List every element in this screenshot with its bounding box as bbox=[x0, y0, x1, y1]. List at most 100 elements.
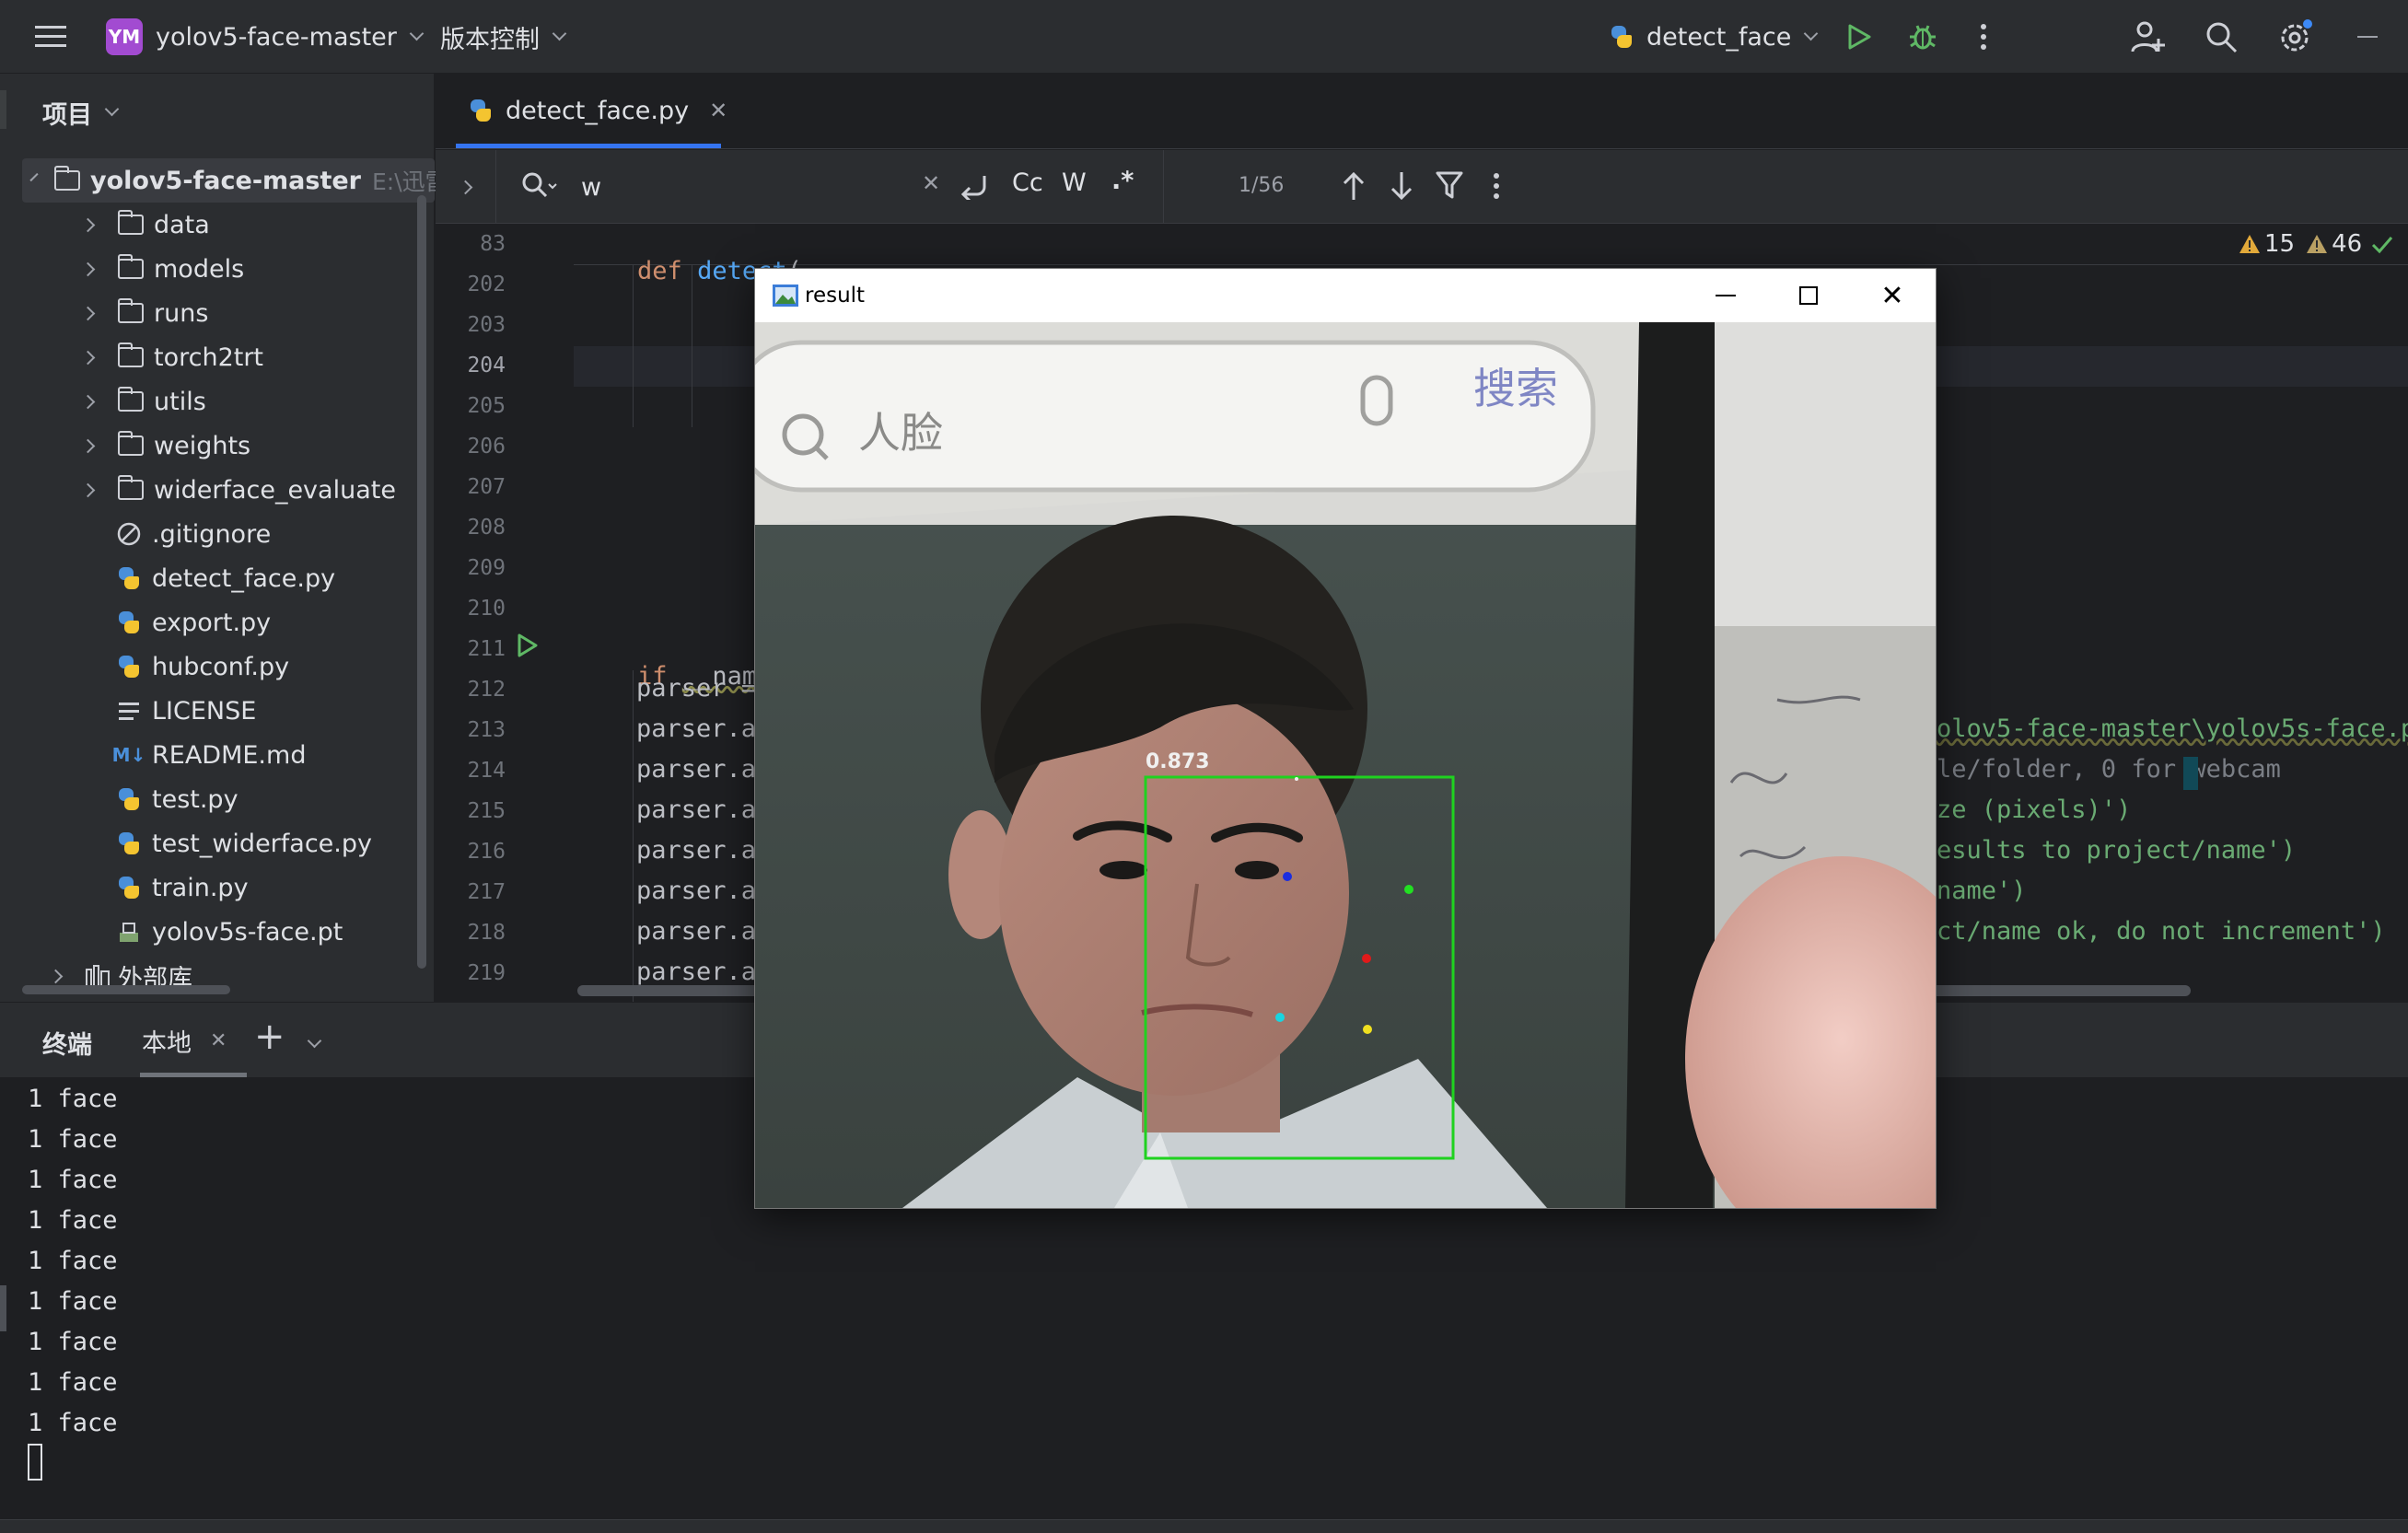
editor-tab-bar: detect_face.py ✕ bbox=[436, 74, 2408, 149]
tree-item[interactable]: runs bbox=[80, 291, 208, 335]
more-actions-button[interactable] bbox=[1980, 0, 1987, 74]
search-input[interactable]: w bbox=[581, 167, 885, 207]
whole-words-toggle[interactable]: W bbox=[1062, 168, 1087, 197]
run-button[interactable] bbox=[1846, 0, 1872, 74]
expand-replace-button[interactable] bbox=[436, 150, 496, 224]
minimize-button[interactable] bbox=[1694, 269, 1757, 322]
python-file-icon bbox=[115, 788, 143, 810]
warning-icon bbox=[2239, 235, 2260, 253]
vcs-menu[interactable]: 版本控制 bbox=[440, 0, 567, 74]
tree-item[interactable]: weights bbox=[80, 424, 250, 468]
terminal-line: 1 face bbox=[28, 1247, 118, 1275]
result-window-title: result bbox=[805, 284, 866, 308]
tree-item[interactable]: .gitignore bbox=[115, 512, 271, 556]
tree-item[interactable]: torch2trt bbox=[80, 335, 264, 379]
close-window-button[interactable]: ✕ bbox=[1860, 269, 1925, 322]
project-switcher[interactable]: YM yolov5-face-master bbox=[106, 0, 425, 74]
tree-item[interactable]: utils bbox=[80, 379, 206, 424]
project-view-selector[interactable]: 项目 bbox=[42, 94, 120, 131]
tree-item[interactable]: models bbox=[80, 247, 245, 291]
multiline-icon[interactable] bbox=[959, 172, 990, 200]
folder-icon bbox=[117, 298, 145, 324]
tree-item[interactable]: detect_face.py bbox=[115, 556, 335, 600]
tree-item-label: test_widerface.py bbox=[152, 829, 372, 858]
close-tab-icon[interactable]: ✕ bbox=[709, 98, 727, 123]
settings-button[interactable] bbox=[2277, 0, 2314, 74]
chevron-right-icon bbox=[48, 969, 64, 983]
tree-item[interactable]: hubconf.py bbox=[115, 645, 289, 689]
tree-horizontal-scrollbar[interactable] bbox=[22, 985, 230, 994]
add-user-icon bbox=[2131, 21, 2165, 52]
tree-vertical-scrollbar[interactable] bbox=[417, 195, 426, 969]
bug-icon bbox=[1910, 25, 1936, 50]
code-line-212: parser = bbox=[636, 674, 757, 703]
terminal-line: 1 face bbox=[28, 1287, 118, 1316]
tree-item[interactable]: widerface_evaluate bbox=[80, 468, 396, 512]
warning-count: 15 bbox=[2264, 230, 2296, 258]
filter-icon[interactable] bbox=[1436, 170, 1463, 200]
minimize-icon bbox=[2357, 36, 2378, 38]
folder-icon bbox=[117, 210, 145, 236]
phone-search-text: 人脸 bbox=[858, 408, 943, 458]
code-fragment-217: name') bbox=[1937, 877, 2027, 905]
add-user-button[interactable] bbox=[2131, 0, 2166, 74]
debug-button[interactable] bbox=[1908, 0, 1937, 74]
line-number: 213 bbox=[467, 718, 506, 742]
terminal-tab-local[interactable]: 本地 ✕ bbox=[129, 1003, 239, 1078]
main-menu-button[interactable] bbox=[35, 0, 66, 74]
search-history-button[interactable] bbox=[520, 170, 557, 205]
tree-item[interactable]: LICENSE bbox=[115, 689, 256, 733]
run-config-selector[interactable]: detect_face bbox=[1610, 0, 1819, 74]
code-fragment-213: olov5-face-master\yolov5s-face.pt bbox=[1937, 714, 2408, 743]
indent-guide bbox=[633, 265, 634, 427]
python-icon bbox=[469, 99, 493, 122]
code-fragment-214: le/folder, 0 for webcam bbox=[1937, 755, 2281, 784]
tree-item[interactable]: yolov5s-face.pt bbox=[115, 910, 343, 954]
close-tab-icon[interactable]: ✕ bbox=[210, 1029, 227, 1052]
tree-item[interactable]: test_widerface.py bbox=[115, 821, 372, 865]
project-panel: 项目 yolov5-face-master E:\迅雷 data models ru… bbox=[0, 74, 448, 1002]
tree-item-label: torch2trt bbox=[154, 343, 264, 372]
tree-root[interactable]: yolov5-face-master E:\迅雷 bbox=[22, 158, 448, 203]
code-fragment-218: ct/name ok, do not increment') bbox=[1937, 917, 2386, 946]
match-case-toggle[interactable]: Cc bbox=[1012, 168, 1043, 197]
folder-icon bbox=[117, 475, 145, 501]
regex-toggle[interactable]: .* bbox=[1111, 167, 1134, 195]
hamburger-icon bbox=[35, 26, 66, 47]
previous-occurrence-icon[interactable] bbox=[1342, 170, 1366, 202]
tree-item-label: train.py bbox=[152, 873, 249, 902]
tree-item-label: README.md bbox=[152, 740, 307, 770]
line-number: 204 bbox=[467, 354, 506, 377]
tab-detect-face-py[interactable]: detect_face.py ✕ bbox=[456, 74, 740, 147]
maximize-button[interactable] bbox=[1777, 269, 1840, 322]
result-window-titlebar[interactable]: result ✕ bbox=[755, 269, 1936, 322]
landmark-mouth-right bbox=[1363, 1025, 1372, 1034]
clear-search-icon[interactable]: ✕ bbox=[922, 170, 940, 196]
tree-item-label: models bbox=[154, 254, 245, 284]
new-terminal-icon[interactable]: + bbox=[254, 1016, 285, 1058]
result-window[interactable]: result ✕ 人脸 搜索 0.873 bbox=[755, 269, 1936, 1208]
tree-item[interactable]: train.py bbox=[115, 865, 249, 910]
chevron-right-icon bbox=[80, 438, 96, 453]
more-vertical-icon[interactable] bbox=[1493, 172, 1500, 200]
tree-item[interactable]: export.py bbox=[115, 600, 271, 645]
tree-item-label: detect_face.py bbox=[152, 563, 336, 593]
text-file-icon bbox=[115, 700, 143, 722]
chevron-down-icon[interactable] bbox=[307, 1033, 322, 1049]
tree-item[interactable]: M↓ README.md bbox=[112, 733, 307, 777]
ignore-file-icon bbox=[115, 522, 143, 546]
tree-item[interactable]: data bbox=[80, 203, 210, 247]
landmark-left-eye bbox=[1283, 872, 1292, 881]
gear-icon bbox=[2281, 19, 2312, 52]
minimize-window-button[interactable] bbox=[2357, 0, 2378, 74]
next-occurrence-icon[interactable] bbox=[1390, 170, 1413, 202]
search-everywhere-button[interactable] bbox=[2204, 0, 2238, 74]
run-gutter-icon[interactable] bbox=[517, 633, 539, 657]
sticky-header bbox=[574, 225, 2408, 265]
status-bar bbox=[0, 1519, 2408, 1533]
detection-score: 0.873 bbox=[1146, 750, 1210, 773]
tree-item[interactable]: test.py bbox=[115, 777, 238, 821]
tree-item-label: export.py bbox=[152, 608, 272, 637]
inspection-widget[interactable]: 15 46 bbox=[2239, 230, 2393, 258]
image-window-icon bbox=[773, 285, 798, 307]
